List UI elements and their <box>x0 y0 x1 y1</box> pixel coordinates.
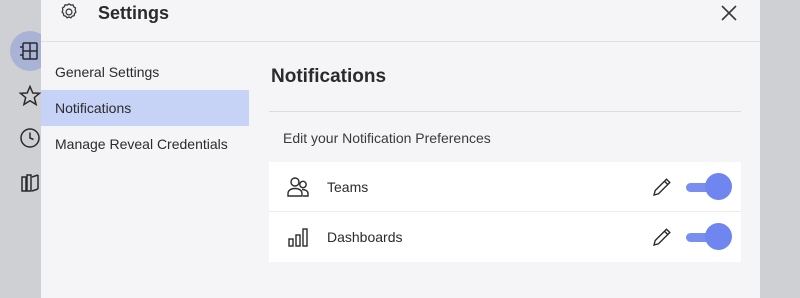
nav-item-notifications[interactable]: Notifications <box>41 90 249 126</box>
dialog-title: Settings <box>98 3 170 23</box>
users-icon <box>285 174 311 200</box>
settings-dialog: Settings General Settings Notifications … <box>41 0 760 298</box>
nav-item-manage-reveal-credentials[interactable]: Manage Reveal Credentials <box>41 126 249 162</box>
preference-row-teams: Teams <box>269 162 741 212</box>
section-title: Notifications <box>271 66 387 87</box>
nav-item-label: Notifications <box>55 100 132 116</box>
teams-toggle[interactable] <box>686 172 732 202</box>
preference-list: Teams Dashboards <box>269 162 741 262</box>
pencil-icon[interactable] <box>650 225 674 249</box>
dialog-header: Settings <box>41 0 760 42</box>
bar-chart-icon <box>285 224 311 250</box>
nav-item-label: General Settings <box>55 64 160 80</box>
pencil-icon[interactable] <box>650 175 674 199</box>
preference-row-dashboards: Dashboards <box>269 212 741 262</box>
close-icon[interactable] <box>717 1 741 25</box>
preference-label: Dashboards <box>327 229 403 245</box>
dashboards-toggle[interactable] <box>686 222 732 252</box>
nav-item-label: Manage Reveal Credentials <box>55 136 228 152</box>
divider <box>269 111 741 112</box>
section-subtitle: Edit your Notification Preferences <box>283 130 491 146</box>
nav-item-general-settings[interactable]: General Settings <box>41 54 249 90</box>
settings-nav: General Settings Notifications Manage Re… <box>41 54 249 162</box>
gear-icon <box>58 0 80 24</box>
preference-label: Teams <box>327 178 369 195</box>
